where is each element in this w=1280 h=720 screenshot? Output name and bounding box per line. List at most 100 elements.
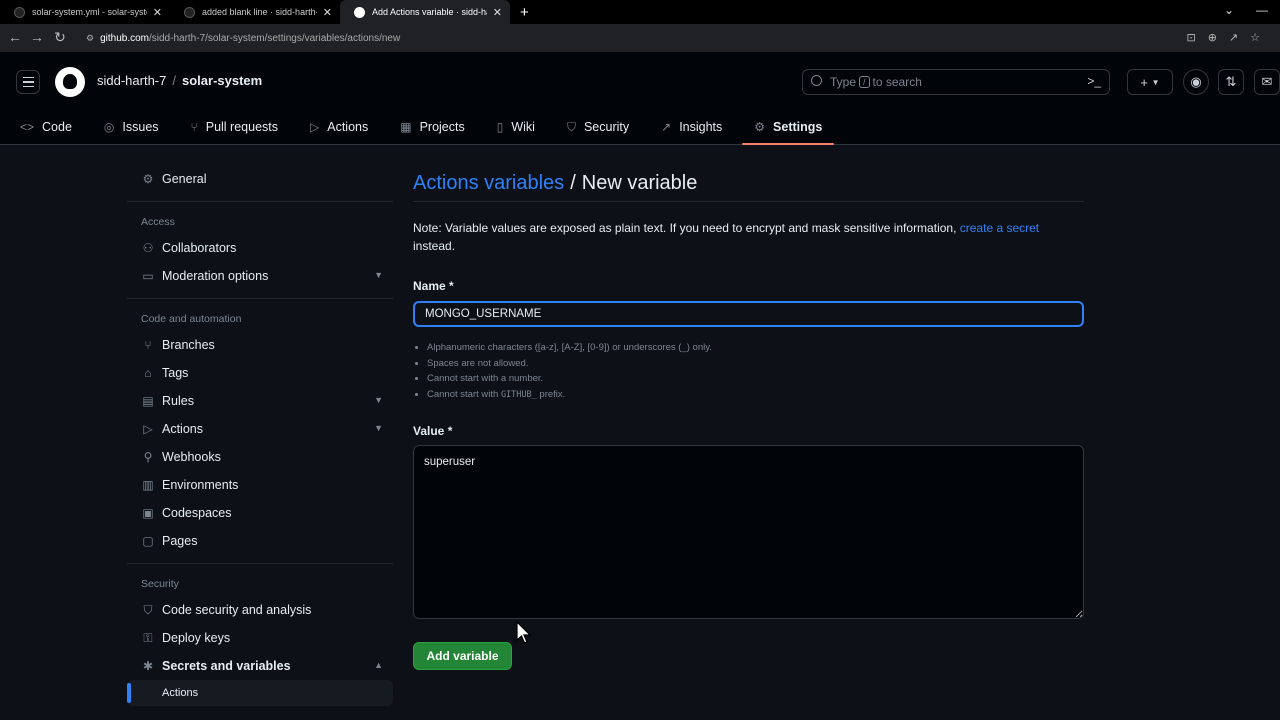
close-icon[interactable]: ✕ — [493, 6, 502, 19]
browser-tab[interactable]: added blank line · sidd-harth-7/ ✕ — [170, 0, 340, 24]
sidebar-item-pages[interactable]: ▢ Pages — [127, 527, 393, 555]
value-label: Value * — [413, 424, 453, 438]
tab-security[interactable]: ⛉ Security — [547, 109, 641, 145]
note-text: Note: Variable values are exposed as pla… — [413, 219, 1084, 255]
star-icon[interactable]: ☆ — [1250, 31, 1260, 44]
page-title-text: New variable — [581, 171, 698, 194]
search-input[interactable]: Type / to search >_ — [802, 69, 1110, 95]
tab-title: solar-system.yml - solar-system — [32, 7, 147, 17]
sidebar-subitem-actions[interactable]: Actions — [127, 680, 393, 706]
tab-insights[interactable]: ↗ Insights — [641, 109, 734, 145]
sidebar-item-environments[interactable]: ▥ Environments — [127, 471, 393, 499]
github-logo-icon[interactable] — [55, 67, 85, 97]
tab-wiki[interactable]: ▯ Wiki — [477, 109, 547, 145]
name-input[interactable] — [413, 301, 1084, 327]
browser-tab[interactable]: solar-system.yml - solar-system ✕ — [0, 0, 170, 24]
inbox-icon[interactable]: ✉ — [1254, 69, 1280, 95]
sidebar-item-moderation[interactable]: ▭ Moderation options ▼ — [127, 262, 393, 290]
tab-title: Add Actions variable · sidd-harth — [372, 7, 487, 17]
sidebar-item-label: Collaborators — [162, 241, 237, 255]
menu-icon[interactable] — [16, 70, 40, 94]
url-path: /sidd-harth-7/solar-system/settings/vari… — [149, 33, 401, 44]
site-info-icon[interactable]: ⚙ — [86, 33, 94, 44]
sidebar-item-deploy-keys[interactable]: ⚿ Deploy keys — [127, 624, 393, 652]
rule-code: GITHUB_ — [500, 389, 537, 400]
tab-code[interactable]: <> Code — [0, 109, 84, 145]
sidebar-item-general[interactable]: ⚙ General — [127, 165, 393, 193]
shield-icon: ⛉ — [566, 119, 576, 134]
sidebar-item-label: Deploy keys — [162, 631, 231, 645]
sidebar-item-rules[interactable]: ▤ Rules ▼ — [127, 387, 393, 415]
install-icon[interactable]: ⊡ — [1186, 31, 1195, 44]
sidebar-item-actions[interactable]: ▷ Actions ▼ — [127, 415, 393, 443]
tab-actions[interactable]: ▷ Actions — [290, 109, 380, 145]
new-tab-button[interactable]: + — [510, 0, 539, 24]
people-icon: ⚇ — [142, 241, 154, 255]
reload-icon[interactable]: ↻ — [49, 29, 71, 46]
name-label: Name * — [413, 279, 454, 293]
tag-icon: ⌂ — [144, 366, 152, 380]
tab-label: Projects — [419, 120, 465, 134]
tab-pull-requests[interactable]: ⑂ Pull requests — [171, 109, 290, 145]
tab-title: added blank line · sidd-harth-7/ — [202, 7, 317, 17]
note-end: instead. — [413, 239, 456, 253]
create-new-button[interactable]: + ▼ — [1127, 69, 1173, 95]
back-icon[interactable]: ← — [4, 29, 26, 45]
share-icon[interactable]: ↗ — [1229, 31, 1238, 44]
sidebar-item-codespaces[interactable]: ▣ Codespaces — [127, 499, 393, 527]
zoom-icon[interactable]: ⊕ — [1208, 31, 1217, 44]
sidebar-item-secrets[interactable]: ✱ Secrets and variables ▲ — [127, 652, 393, 680]
breadcrumb-separator: / — [570, 171, 576, 194]
close-icon[interactable]: ✕ — [323, 6, 332, 19]
url-field[interactable]: ⚙ github.com/sidd-harth-7/solar-system/s… — [78, 28, 1273, 49]
repo-breadcrumb: sidd-harth-7 / solar-system — [97, 73, 262, 88]
value-textarea[interactable]: superuser — [413, 445, 1084, 619]
sidebar-divider — [127, 201, 393, 202]
issues-icon[interactable]: ◉ — [1183, 69, 1209, 95]
note-body: Note: Variable values are exposed as pla… — [413, 221, 957, 235]
sidebar-heading-access: Access — [141, 216, 175, 228]
sidebar-item-label: Code security and analysis — [162, 603, 312, 617]
sidebar-item-label: Rules — [162, 394, 194, 408]
book-icon: ▯ — [496, 120, 504, 134]
search-icon — [811, 75, 822, 86]
codespaces-icon: ▣ — [142, 506, 154, 520]
tab-label: Actions — [327, 120, 369, 134]
shield-icon: ⛉ — [143, 602, 153, 617]
repo-nav: <> Code ◎ Issues ⑂ Pull requests ▷ Actions ▦… — [0, 109, 835, 145]
sidebar-item-tags[interactable]: ⌂ Tags — [127, 359, 393, 387]
sidebar-item-branches[interactable]: ⑂ Branches — [127, 331, 393, 359]
command-palette-icon[interactable]: >_ — [1087, 74, 1101, 88]
rules-icon: ▤ — [142, 394, 154, 408]
pull-request-icon: ⑂ — [190, 120, 198, 134]
chevron-down-icon: ▼ — [374, 395, 383, 405]
tab-settings[interactable]: ⚙ Settings — [734, 109, 835, 145]
pull-requests-icon[interactable]: ⇅ — [1218, 69, 1244, 95]
settings-sidebar: ⚙ General Access ⚇ Collaborators ▭ Moderati… — [127, 165, 393, 706]
graph-icon: ↗ — [661, 120, 672, 134]
add-variable-button[interactable]: Add variable — [413, 642, 512, 670]
sidebar-heading-security: Security — [141, 578, 179, 590]
sidebar-item-label: Moderation options — [162, 269, 269, 283]
sidebar-item-label: Webhooks — [162, 450, 221, 464]
sidebar-item-code-security[interactable]: ⛉ Code security and analysis — [127, 596, 393, 624]
branch-icon: ⑂ — [144, 338, 152, 352]
browser-tab-active[interactable]: Add Actions variable · sidd-harth ✕ — [340, 0, 510, 24]
tab-projects[interactable]: ▦ Projects — [380, 109, 477, 145]
repo-link[interactable]: solar-system — [182, 73, 262, 88]
minimize-icon[interactable]: — — [1256, 3, 1268, 17]
chevron-down-icon[interactable]: ⌄ — [1224, 3, 1234, 17]
owner-link[interactable]: sidd-harth-7 — [97, 73, 166, 88]
forward-icon[interactable]: → — [26, 29, 48, 45]
play-icon: ▷ — [310, 120, 320, 134]
actions-variables-link[interactable]: Actions variables — [413, 172, 564, 195]
tab-label: Insights — [679, 120, 723, 134]
sidebar-divider — [127, 298, 393, 299]
tab-issues[interactable]: ◎ Issues — [84, 109, 171, 145]
sidebar-item-label: Branches — [162, 338, 215, 352]
sidebar-item-collaborators[interactable]: ⚇ Collaborators — [127, 234, 393, 262]
close-icon[interactable]: ✕ — [153, 6, 162, 19]
sidebar-item-webhooks[interactable]: ⚲ Webhooks — [127, 443, 393, 471]
create-secret-link[interactable]: create a secret — [960, 221, 1039, 235]
chevron-down-icon: ▼ — [374, 423, 383, 433]
